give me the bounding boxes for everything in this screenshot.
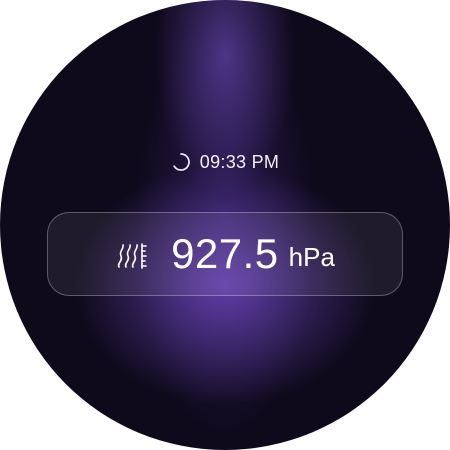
pressure-value: 927.5: [171, 230, 279, 277]
pressure-unit: hPa: [288, 241, 335, 272]
clock-time: 09:33 PM: [199, 151, 280, 172]
time-row: 09:33 PM: [0, 148, 450, 176]
pressure-card[interactable]: 927.5 hPa: [47, 212, 403, 296]
spinner-icon: [173, 153, 190, 171]
pressure-icon: [117, 243, 147, 269]
watch-face: 09:33 PM 927.5 hPa: [0, 0, 450, 450]
